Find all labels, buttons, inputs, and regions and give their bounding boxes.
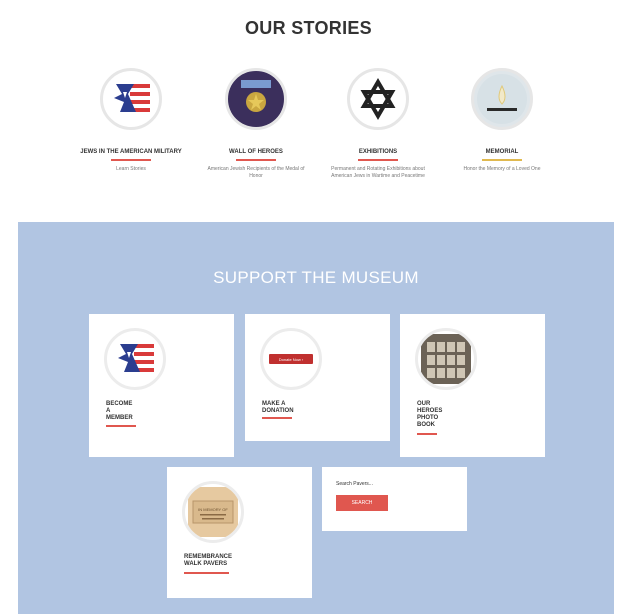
make-donation-card[interactable]: Donate Now › MAKE A DONATION: [245, 314, 390, 441]
photo-book-icon: [415, 328, 477, 390]
story-underline: [482, 159, 522, 161]
card-label[interactable]: MAKE A DONATION: [262, 401, 294, 415]
become-member-card[interactable]: BECOME A MEMBER: [89, 314, 234, 457]
card-underline: [417, 433, 437, 435]
support-museum-section: SUPPORT THE MUSEUM BECOME A MEMBER Donat…: [18, 222, 614, 614]
support-museum-heading: SUPPORT THE MUSEUM: [213, 268, 419, 287]
story-jews-in-military[interactable]: Jews in the American Military Learn Stor…: [76, 68, 186, 173]
paver-brick-icon: IN MEMORY OF: [182, 481, 244, 543]
our-stories-heading: OUR STORIES: [245, 18, 372, 38]
story-underline: [358, 159, 398, 161]
story-exhibitions[interactable]: Exhibitions Permanent and Rotating Exhib…: [323, 68, 433, 180]
story-title[interactable]: Wall of Heroes: [201, 148, 311, 156]
story-underline: [236, 159, 276, 161]
card-label[interactable]: REMEMBRANCE WALK PAVERS: [184, 554, 232, 568]
our-stories-section: OUR STORIES Jews in the American Militar…: [0, 0, 617, 222]
story-title[interactable]: Memorial: [447, 148, 557, 156]
story-underline: [111, 159, 151, 161]
card-underline: [106, 425, 136, 427]
story-description: Honor the Memory of a Loved One: [463, 166, 541, 172]
story-memorial[interactable]: Memorial Honor the Memory of a Loved One: [447, 68, 557, 173]
card-underline: [184, 572, 229, 574]
story-description: American Jewish Recipients of the Medal …: [207, 166, 305, 179]
story-wall-of-heroes[interactable]: Wall of Heroes American Jewish Recipient…: [201, 68, 311, 180]
card-underline: [262, 417, 292, 419]
story-title[interactable]: Jews in the American Military: [76, 148, 186, 156]
star-of-david-icon: [347, 68, 409, 130]
donate-button-icon: Donate Now ›: [260, 328, 322, 390]
donate-now-button[interactable]: Donate Now ›: [269, 354, 313, 364]
search-pavers-label[interactable]: Search Pavers...: [336, 481, 373, 487]
medal-of-honor-icon: [225, 68, 287, 130]
flag-star-emblem-icon: [100, 68, 162, 130]
card-label[interactable]: OUR HEROES PHOTO BOOK: [417, 401, 442, 429]
card-label[interactable]: BECOME A MEMBER: [106, 401, 133, 422]
story-description: Learn Stories: [116, 166, 146, 172]
story-title[interactable]: Exhibitions: [323, 148, 433, 156]
story-description: Permanent and Rotating Exhibitions about…: [331, 166, 425, 179]
paver-text: IN MEMORY OF: [198, 507, 228, 512]
remembrance-pavers-card[interactable]: IN MEMORY OF REMEMBRANCE WALK PAVERS: [167, 467, 312, 598]
flag-star-emblem-icon: [104, 328, 166, 390]
heroes-photo-book-card[interactable]: OUR HEROES PHOTO BOOK: [400, 314, 545, 457]
search-pavers-card: Search Pavers... SEARCH: [322, 467, 467, 531]
memorial-flame-icon: [471, 68, 533, 130]
search-button[interactable]: SEARCH: [336, 495, 388, 511]
